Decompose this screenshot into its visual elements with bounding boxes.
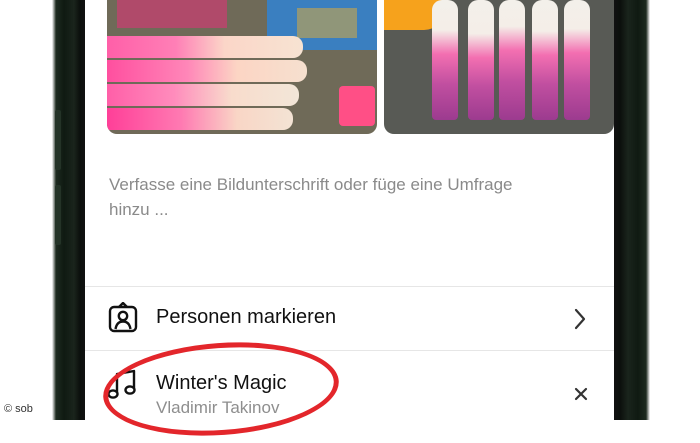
photo-detail: [339, 86, 375, 126]
photo-credit: © sob: [4, 403, 33, 415]
candle: [107, 108, 293, 130]
candle: [532, 0, 558, 120]
tag-people-label: Personen markieren: [156, 306, 337, 328]
tag-people-row[interactable]: Personen markieren: [85, 287, 614, 350]
phone-frame-right: [614, 0, 700, 420]
caption-input[interactable]: Verfasse eine Bildunterschrift oder füge…: [109, 172, 529, 222]
photo-thumbnail[interactable]: [384, 0, 614, 134]
phone-side-button: [55, 185, 61, 245]
photo-thumbnail[interactable]: [107, 0, 377, 134]
close-icon[interactable]: [574, 387, 588, 406]
chevron-right-icon: [573, 308, 587, 335]
photo-detail: [297, 8, 357, 38]
phone-frame-left: [0, 0, 85, 420]
person-tag-icon: [107, 301, 139, 339]
phone-side-button: [55, 110, 61, 170]
candle: [107, 84, 299, 106]
photo-detail: [117, 0, 227, 28]
candle: [468, 0, 494, 120]
candle: [432, 0, 458, 120]
candle: [107, 60, 307, 82]
candle: [564, 0, 590, 120]
candle: [499, 0, 525, 120]
candle: [107, 36, 303, 58]
